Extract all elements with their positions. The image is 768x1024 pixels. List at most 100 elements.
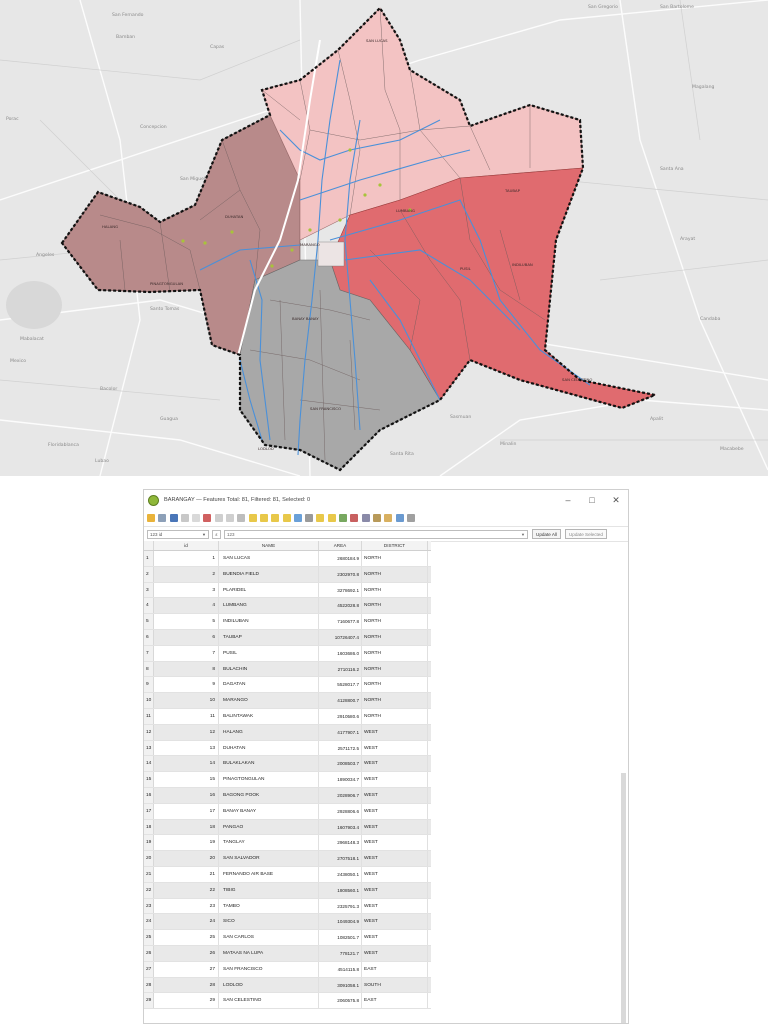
row-number[interactable]: 1 bbox=[144, 551, 154, 566]
cell-district[interactable]: NORTH bbox=[362, 614, 428, 629]
cell-area[interactable]: 4177907.1 bbox=[319, 724, 362, 740]
column-header-area[interactable]: AREA bbox=[319, 541, 362, 550]
conditional-formatting-icon[interactable] bbox=[384, 514, 393, 522]
cell-area[interactable]: 1808560.1 bbox=[319, 882, 362, 898]
map-canvas[interactable]: San Fernando San Gregorio San Bartolome … bbox=[0, 0, 768, 476]
deselect-all-icon[interactable] bbox=[282, 514, 291, 522]
table-row[interactable]: 26 26 MATAAS NA LUPA 778121.7 WEST bbox=[144, 945, 431, 962]
table-row[interactable]: 3 3 PLARIDEL 3278692.1 NORTH bbox=[144, 582, 431, 599]
multi-edit-icon[interactable] bbox=[158, 514, 167, 522]
reload-icon[interactable] bbox=[180, 514, 189, 522]
pan-to-selected-icon[interactable] bbox=[316, 514, 325, 522]
cell-area[interactable]: 1890034.7 bbox=[319, 772, 362, 787]
table-row[interactable]: 17 17 BANAY BANAY 2928806.6 WEST bbox=[144, 803, 431, 820]
cell-id[interactable]: 5 bbox=[154, 614, 219, 629]
cell-name[interactable]: HALANG bbox=[219, 724, 319, 740]
cell-district[interactable]: WEST bbox=[362, 930, 428, 945]
cell-name[interactable]: PANGAO bbox=[219, 819, 319, 835]
cell-district[interactable]: WEST bbox=[362, 882, 428, 898]
table-row[interactable]: 29 29 SAN CELESTINO 2060575.8 EAST bbox=[144, 993, 431, 1010]
cell-area[interactable]: 2910580.6 bbox=[319, 708, 362, 724]
cell-area[interactable]: 10726407.4 bbox=[319, 629, 362, 645]
table-row[interactable]: 12 12 HALANG 4177907.1 WEST bbox=[144, 724, 431, 741]
row-number[interactable]: 19 bbox=[144, 835, 154, 851]
cell-id[interactable]: 27 bbox=[154, 961, 219, 977]
cell-district[interactable]: NORTH bbox=[362, 677, 428, 693]
cell-name[interactable]: SAN CARLOS bbox=[219, 930, 319, 945]
cell-id[interactable]: 19 bbox=[154, 835, 219, 851]
cell-area[interactable]: 4514115.8 bbox=[319, 961, 362, 977]
row-number[interactable]: 3 bbox=[144, 582, 154, 598]
cell-district[interactable]: SOUTH bbox=[362, 977, 428, 993]
column-header-name[interactable]: NAME bbox=[219, 541, 319, 550]
row-number[interactable]: 18 bbox=[144, 819, 154, 835]
cell-name[interactable]: PLARIDEL bbox=[219, 582, 319, 598]
cell-area[interactable]: 4128800.7 bbox=[319, 693, 362, 708]
cell-name[interactable]: TIBIG bbox=[219, 882, 319, 898]
cell-area[interactable]: 4522028.8 bbox=[319, 598, 362, 614]
cell-id[interactable]: 15 bbox=[154, 772, 219, 787]
maximize-button[interactable]: □ bbox=[580, 490, 604, 510]
cell-area[interactable]: 2060575.8 bbox=[319, 993, 362, 1009]
invert-selection-icon[interactable] bbox=[271, 514, 280, 522]
row-number[interactable]: 17 bbox=[144, 803, 154, 819]
cell-district[interactable]: NORTH bbox=[362, 551, 428, 566]
row-number[interactable]: 16 bbox=[144, 787, 154, 803]
update-all-button[interactable]: Update All bbox=[532, 529, 561, 539]
cell-name[interactable]: MARANGO bbox=[219, 693, 319, 708]
table-row[interactable]: 18 18 PANGAO 1607903.4 WEST bbox=[144, 819, 431, 836]
cell-name[interactable]: BULAKLAKAN bbox=[219, 756, 319, 772]
cell-id[interactable]: 13 bbox=[154, 740, 219, 756]
table-row[interactable]: 9 9 DAGATAN 5528017.7 NORTH bbox=[144, 677, 431, 694]
row-number[interactable]: 11 bbox=[144, 708, 154, 724]
cell-id[interactable]: 10 bbox=[154, 693, 219, 708]
row-number[interactable]: 21 bbox=[144, 866, 154, 882]
cell-id[interactable]: 12 bbox=[154, 724, 219, 740]
row-number[interactable]: 4 bbox=[144, 598, 154, 614]
cell-district[interactable]: NORTH bbox=[362, 645, 428, 661]
table-row[interactable]: 20 20 SAN SALVADOR 2707518.1 WEST bbox=[144, 851, 431, 867]
cell-name[interactable]: DAGATAN bbox=[219, 677, 319, 693]
move-selection-top-icon[interactable] bbox=[305, 514, 314, 522]
cell-district[interactable]: WEST bbox=[362, 835, 428, 851]
cell-area[interactable]: 2325791.3 bbox=[319, 898, 362, 914]
cell-id[interactable]: 6 bbox=[154, 629, 219, 645]
cell-district[interactable]: EAST bbox=[362, 993, 428, 1009]
cell-district[interactable]: EAST bbox=[362, 961, 428, 977]
cell-area[interactable]: 2008503.7 bbox=[319, 756, 362, 772]
add-feature-icon[interactable] bbox=[192, 514, 201, 522]
field-calculator-icon[interactable] bbox=[372, 514, 381, 522]
table-row[interactable]: 4 4 LUMBANG 4522028.8 NORTH bbox=[144, 598, 431, 615]
row-number[interactable]: 15 bbox=[144, 772, 154, 787]
table-row[interactable]: 21 21 FERNANDO AIR BASE 2438050.1 WEST bbox=[144, 866, 431, 883]
cell-id[interactable]: 1 bbox=[154, 551, 219, 566]
row-number[interactable]: 26 bbox=[144, 945, 154, 961]
organize-columns-icon[interactable] bbox=[361, 514, 370, 522]
cell-area[interactable]: 2571172.5 bbox=[319, 740, 362, 756]
filter-icon[interactable] bbox=[293, 514, 302, 522]
paste-icon[interactable] bbox=[237, 514, 246, 522]
cell-name[interactable]: TAUBAP bbox=[219, 629, 319, 645]
cell-district[interactable]: WEST bbox=[362, 772, 428, 787]
table-row[interactable]: 13 13 DUHATAN 2571172.5 WEST bbox=[144, 740, 431, 757]
dock-icon[interactable] bbox=[395, 514, 404, 522]
delete-field-icon[interactable] bbox=[350, 514, 359, 522]
minimize-button[interactable]: – bbox=[556, 490, 580, 510]
row-number[interactable]: 29 bbox=[144, 993, 154, 1009]
cell-name[interactable]: LUMBANG bbox=[219, 598, 319, 614]
table-row[interactable]: 25 25 SAN CARLOS 1082501.7 WEST bbox=[144, 930, 431, 946]
cell-name[interactable]: BULACHIN bbox=[219, 661, 319, 677]
cell-name[interactable]: SAN SALVADOR bbox=[219, 851, 319, 866]
cell-area[interactable]: 2707518.1 bbox=[319, 851, 362, 866]
close-button[interactable]: ✕ bbox=[604, 490, 628, 510]
cell-name[interactable]: TANGLAY bbox=[219, 835, 319, 851]
cell-id[interactable]: 22 bbox=[154, 882, 219, 898]
cell-id[interactable]: 14 bbox=[154, 756, 219, 772]
row-number[interactable]: 28 bbox=[144, 977, 154, 993]
table-row[interactable]: 1 1 SAN LUCAS 2680184.9 NORTH bbox=[144, 551, 431, 567]
table-row[interactable]: 22 22 TIBIG 1808560.1 WEST bbox=[144, 882, 431, 899]
cell-name[interactable]: BUENDIA FIELD bbox=[219, 566, 319, 582]
table-row[interactable]: 24 24 SICO 1049304.9 WEST bbox=[144, 914, 431, 931]
row-number[interactable]: 9 bbox=[144, 677, 154, 693]
cell-name[interactable]: SAN LUCAS bbox=[219, 551, 319, 566]
